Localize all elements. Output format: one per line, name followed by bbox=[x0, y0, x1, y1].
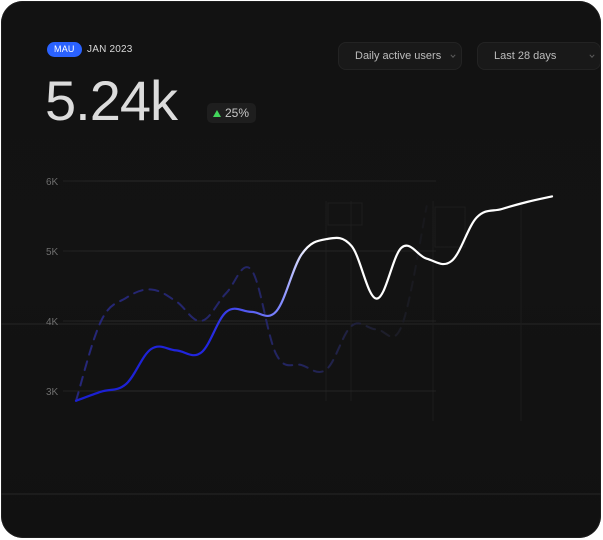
current-period-point bbox=[75, 400, 76, 401]
current-period-point bbox=[326, 239, 327, 240]
y-tick-label: 4K bbox=[46, 317, 59, 328]
previous-period-point bbox=[151, 289, 152, 290]
chevron-down-icon bbox=[450, 54, 456, 58]
series-layer bbox=[74, 195, 554, 402]
current-period-point bbox=[451, 260, 452, 261]
y-tick-label: 5K bbox=[46, 247, 59, 258]
previous-period-point bbox=[276, 354, 277, 355]
previous-period-point bbox=[301, 365, 302, 366]
arrow-up-icon bbox=[213, 109, 221, 117]
current-period-point bbox=[251, 311, 252, 312]
previous-period-point bbox=[251, 269, 252, 270]
current-period-point bbox=[226, 311, 227, 312]
grid-cell bbox=[434, 206, 466, 248]
current-period-point bbox=[101, 391, 102, 392]
current-period-point bbox=[526, 201, 527, 202]
previous-period-point bbox=[326, 369, 327, 370]
previous-period-point bbox=[426, 206, 427, 207]
period-label: JAN 2023 bbox=[87, 44, 133, 55]
previous-period-line bbox=[75, 205, 428, 402]
previous-period-point bbox=[126, 297, 127, 298]
previous-period-point bbox=[176, 301, 177, 302]
previous-period-point bbox=[201, 320, 202, 321]
previous-period-point bbox=[351, 325, 352, 326]
current-period-point bbox=[151, 348, 152, 349]
mau-badge: MAU bbox=[47, 42, 82, 57]
current-period-point bbox=[401, 247, 402, 248]
chevron-down-icon bbox=[589, 54, 595, 58]
previous-period-point bbox=[101, 320, 102, 321]
y-axis: 6K 5K 4K 3K bbox=[46, 177, 436, 398]
grid-cell bbox=[327, 202, 363, 226]
current-period-point bbox=[501, 208, 502, 209]
metric-value: 5.24k bbox=[45, 69, 178, 132]
mau-card: 6K 5K 4K 3K MAU JAN 2023 5.24k 25% Daily ac… bbox=[1, 1, 601, 538]
current-period-point bbox=[126, 383, 127, 384]
y-tick-label: 3K bbox=[46, 387, 59, 398]
current-period-point bbox=[276, 311, 277, 312]
current-period-point bbox=[426, 258, 427, 259]
current-period-point bbox=[351, 246, 352, 247]
current-period-point bbox=[201, 352, 202, 353]
date-range-dropdown[interactable]: Last 28 days bbox=[477, 42, 601, 70]
current-period-point bbox=[551, 196, 552, 197]
y-tick-label: 6K bbox=[46, 177, 59, 188]
current-period-point bbox=[476, 217, 477, 218]
previous-period-point bbox=[226, 292, 227, 293]
date-range-dropdown-label: Last 28 days bbox=[494, 50, 557, 62]
current-period-point bbox=[301, 254, 302, 255]
metric-dropdown[interactable]: Daily active users bbox=[338, 42, 462, 70]
current-period-point bbox=[176, 350, 177, 351]
change-badge: 25% bbox=[207, 103, 257, 123]
metric-dropdown-label: Daily active users bbox=[355, 50, 442, 62]
current-period-point bbox=[376, 298, 377, 299]
previous-period-point bbox=[401, 325, 402, 326]
change-value: 25% bbox=[225, 106, 250, 120]
previous-period-point bbox=[376, 329, 377, 330]
